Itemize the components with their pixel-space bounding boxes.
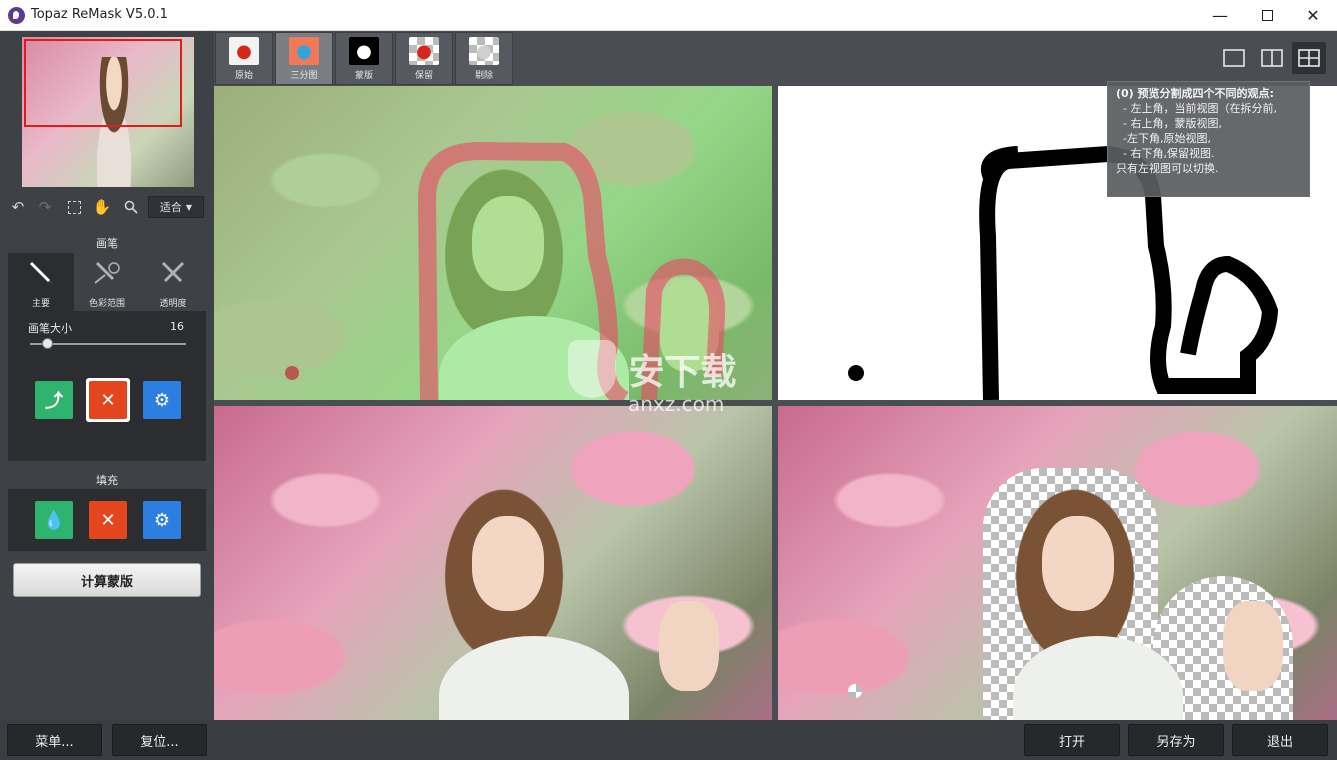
bottom-bar: 菜单... 复位... 打开 另存为 退出: [0, 720, 1337, 760]
window-title: Topaz ReMask V5.0.1: [31, 7, 168, 22]
cut-apple-icon: ●: [469, 37, 499, 65]
photo-subject-hand: [1223, 601, 1283, 691]
view-tab-strip: ● 原始 ● 三分图 ● 蒙版 ● 保留 ● 剔除: [214, 31, 1337, 86]
cut-fill-icon: ✕: [89, 501, 127, 539]
brush-icon: [29, 261, 54, 285]
brush-size-slider[interactable]: [30, 343, 186, 345]
fill-section-label: 填充: [96, 474, 118, 487]
fill-panel: 💧 ✕ ⚙: [8, 489, 206, 551]
open-button[interactable]: 打开: [1024, 724, 1120, 756]
brush-tab-label: 主要: [31, 299, 50, 309]
brush-compute-button[interactable]: ⚙: [140, 378, 184, 422]
layout-tooltip: (0) 预览分割成四个不同的观点: - 左上角，当前视图（在拆分前, - 右上角…: [1107, 81, 1310, 197]
tooltip-line: - 左上角，当前视图（在拆分前,: [1116, 102, 1277, 115]
tab-label: 原始: [234, 71, 253, 81]
exit-button[interactable]: 退出: [1232, 724, 1328, 756]
split-view-icon: [1261, 49, 1283, 67]
quad-view-icon: [1298, 49, 1320, 67]
tab-label: 保留: [414, 71, 433, 81]
keep-fill-icon: 💧: [35, 501, 73, 539]
tool-row: ↶ ↷ ✋ 适合 ▼: [0, 191, 214, 223]
tooltip-line: - 右上角，蒙版视图,: [1116, 117, 1222, 130]
tooltip-line: (0) 预览分割成四个不同的观点:: [1116, 87, 1274, 100]
tab-cut[interactable]: ● 剔除: [455, 32, 513, 85]
brush-tab-label: 透明度: [159, 299, 187, 309]
minimize-button[interactable]: —: [1197, 0, 1243, 31]
watermark-subtext: anxz.com: [628, 392, 725, 416]
minimize-icon: —: [1212, 6, 1228, 25]
single-view-button[interactable]: [1217, 42, 1251, 74]
tab-mask[interactable]: ● 蒙版: [335, 32, 393, 85]
transparency-brush-icon: [161, 261, 185, 283]
single-view-icon: [1223, 49, 1245, 67]
brush-tab-transparency[interactable]: 透明度: [140, 253, 206, 311]
compute-fill-icon: ⚙: [143, 501, 181, 539]
compute-brush-icon: ⚙: [143, 381, 181, 419]
left-panel: ↶ ↷ ✋ 适合 ▼ 画笔 主要 色彩范围 透明度 画笔大小 16 ⤴ ✕ ⚙ …: [0, 31, 214, 720]
brush-tab-color-range[interactable]: 色彩范围: [74, 253, 140, 311]
reset-button[interactable]: 复位...: [112, 724, 207, 756]
redo-icon[interactable]: ↷: [35, 197, 55, 217]
zoom-select-value: 适合: [159, 201, 182, 214]
brush-settings-panel: 画笔大小 16 ⤴ ✕ ⚙: [8, 311, 206, 461]
keep-apple-icon: ●: [409, 37, 439, 65]
split-view-button[interactable]: [1255, 42, 1289, 74]
transparent-dot: [848, 684, 862, 698]
zoom-select[interactable]: 适合 ▼: [148, 196, 204, 218]
tab-label: 剔除: [474, 71, 493, 81]
tab-label: 三分图: [290, 71, 318, 81]
brush-cut-button[interactable]: ✕: [86, 378, 130, 422]
brush-size-label: 画笔大小: [28, 322, 72, 335]
save-as-button[interactable]: 另存为: [1128, 724, 1224, 756]
brush-size-slider-handle[interactable]: [42, 338, 53, 349]
brush-section-label: 画笔: [96, 237, 118, 250]
menu-button[interactable]: 菜单...: [7, 724, 102, 756]
brush-keep-button[interactable]: ⤴: [32, 378, 76, 422]
app-logo-icon: [8, 7, 25, 24]
fill-compute-button[interactable]: ⚙: [140, 498, 184, 542]
apple-icon: ●: [229, 37, 259, 65]
tab-keep[interactable]: ● 保留: [395, 32, 453, 85]
hand-icon[interactable]: ✋: [92, 197, 112, 217]
color-range-brush-icon: [94, 261, 120, 284]
tri-map-icon: ●: [289, 37, 319, 65]
quad-view-button[interactable]: [1292, 42, 1326, 74]
tooltip-line: - 右下角,保留视图.: [1116, 147, 1215, 160]
tooltip-line: 只有左视图可以切换.: [1116, 162, 1219, 175]
tab-trimap[interactable]: ● 三分图: [275, 32, 333, 85]
tooltip-line: -左下角,原始视图,: [1116, 132, 1211, 145]
cut-brush-icon: ✕: [89, 381, 127, 419]
close-button[interactable]: ✕: [1290, 0, 1336, 31]
zoom-icon[interactable]: [121, 197, 141, 217]
title-bar: Topaz ReMask V5.0.1 — ✕: [0, 0, 1337, 31]
fill-cut-button[interactable]: ✕: [86, 498, 130, 542]
keep-brush-icon: ⤴: [35, 381, 73, 419]
fill-keep-button[interactable]: 💧: [32, 498, 76, 542]
brush-tabs: 主要 色彩范围 透明度: [8, 253, 206, 311]
undo-icon[interactable]: ↶: [8, 197, 28, 217]
tab-label: 蒙版: [354, 71, 373, 81]
watermark-text: 安下载: [628, 352, 737, 393]
watermark: 安下载 anxz.com: [568, 340, 778, 420]
navigator-thumbnail[interactable]: [22, 37, 194, 187]
compute-mask-button[interactable]: 计算蒙版: [13, 563, 201, 597]
maximize-icon: [1261, 10, 1273, 21]
tab-original[interactable]: ● 原始: [215, 32, 273, 85]
brush-size-value: 16: [170, 320, 184, 333]
mask-apple-icon: ●: [349, 37, 379, 65]
chevron-down-icon: ▼: [185, 202, 193, 212]
brush-tab-main[interactable]: 主要: [8, 253, 74, 311]
watermark-shield-icon: [568, 340, 616, 398]
select-rect-icon[interactable]: [64, 197, 84, 217]
close-icon: ✕: [1306, 6, 1320, 25]
photo-subject-face: [1042, 516, 1114, 611]
maximize-button[interactable]: [1244, 0, 1290, 31]
viewport-bottom-right-keep[interactable]: [778, 406, 1337, 720]
viewport-bottom-left-original[interactable]: [214, 406, 772, 720]
navigator-view-rect[interactable]: [24, 39, 182, 127]
photo-subject-hand: [659, 601, 719, 691]
brush-tab-label: 色彩范围: [88, 299, 125, 309]
photo-subject-face: [472, 516, 544, 611]
